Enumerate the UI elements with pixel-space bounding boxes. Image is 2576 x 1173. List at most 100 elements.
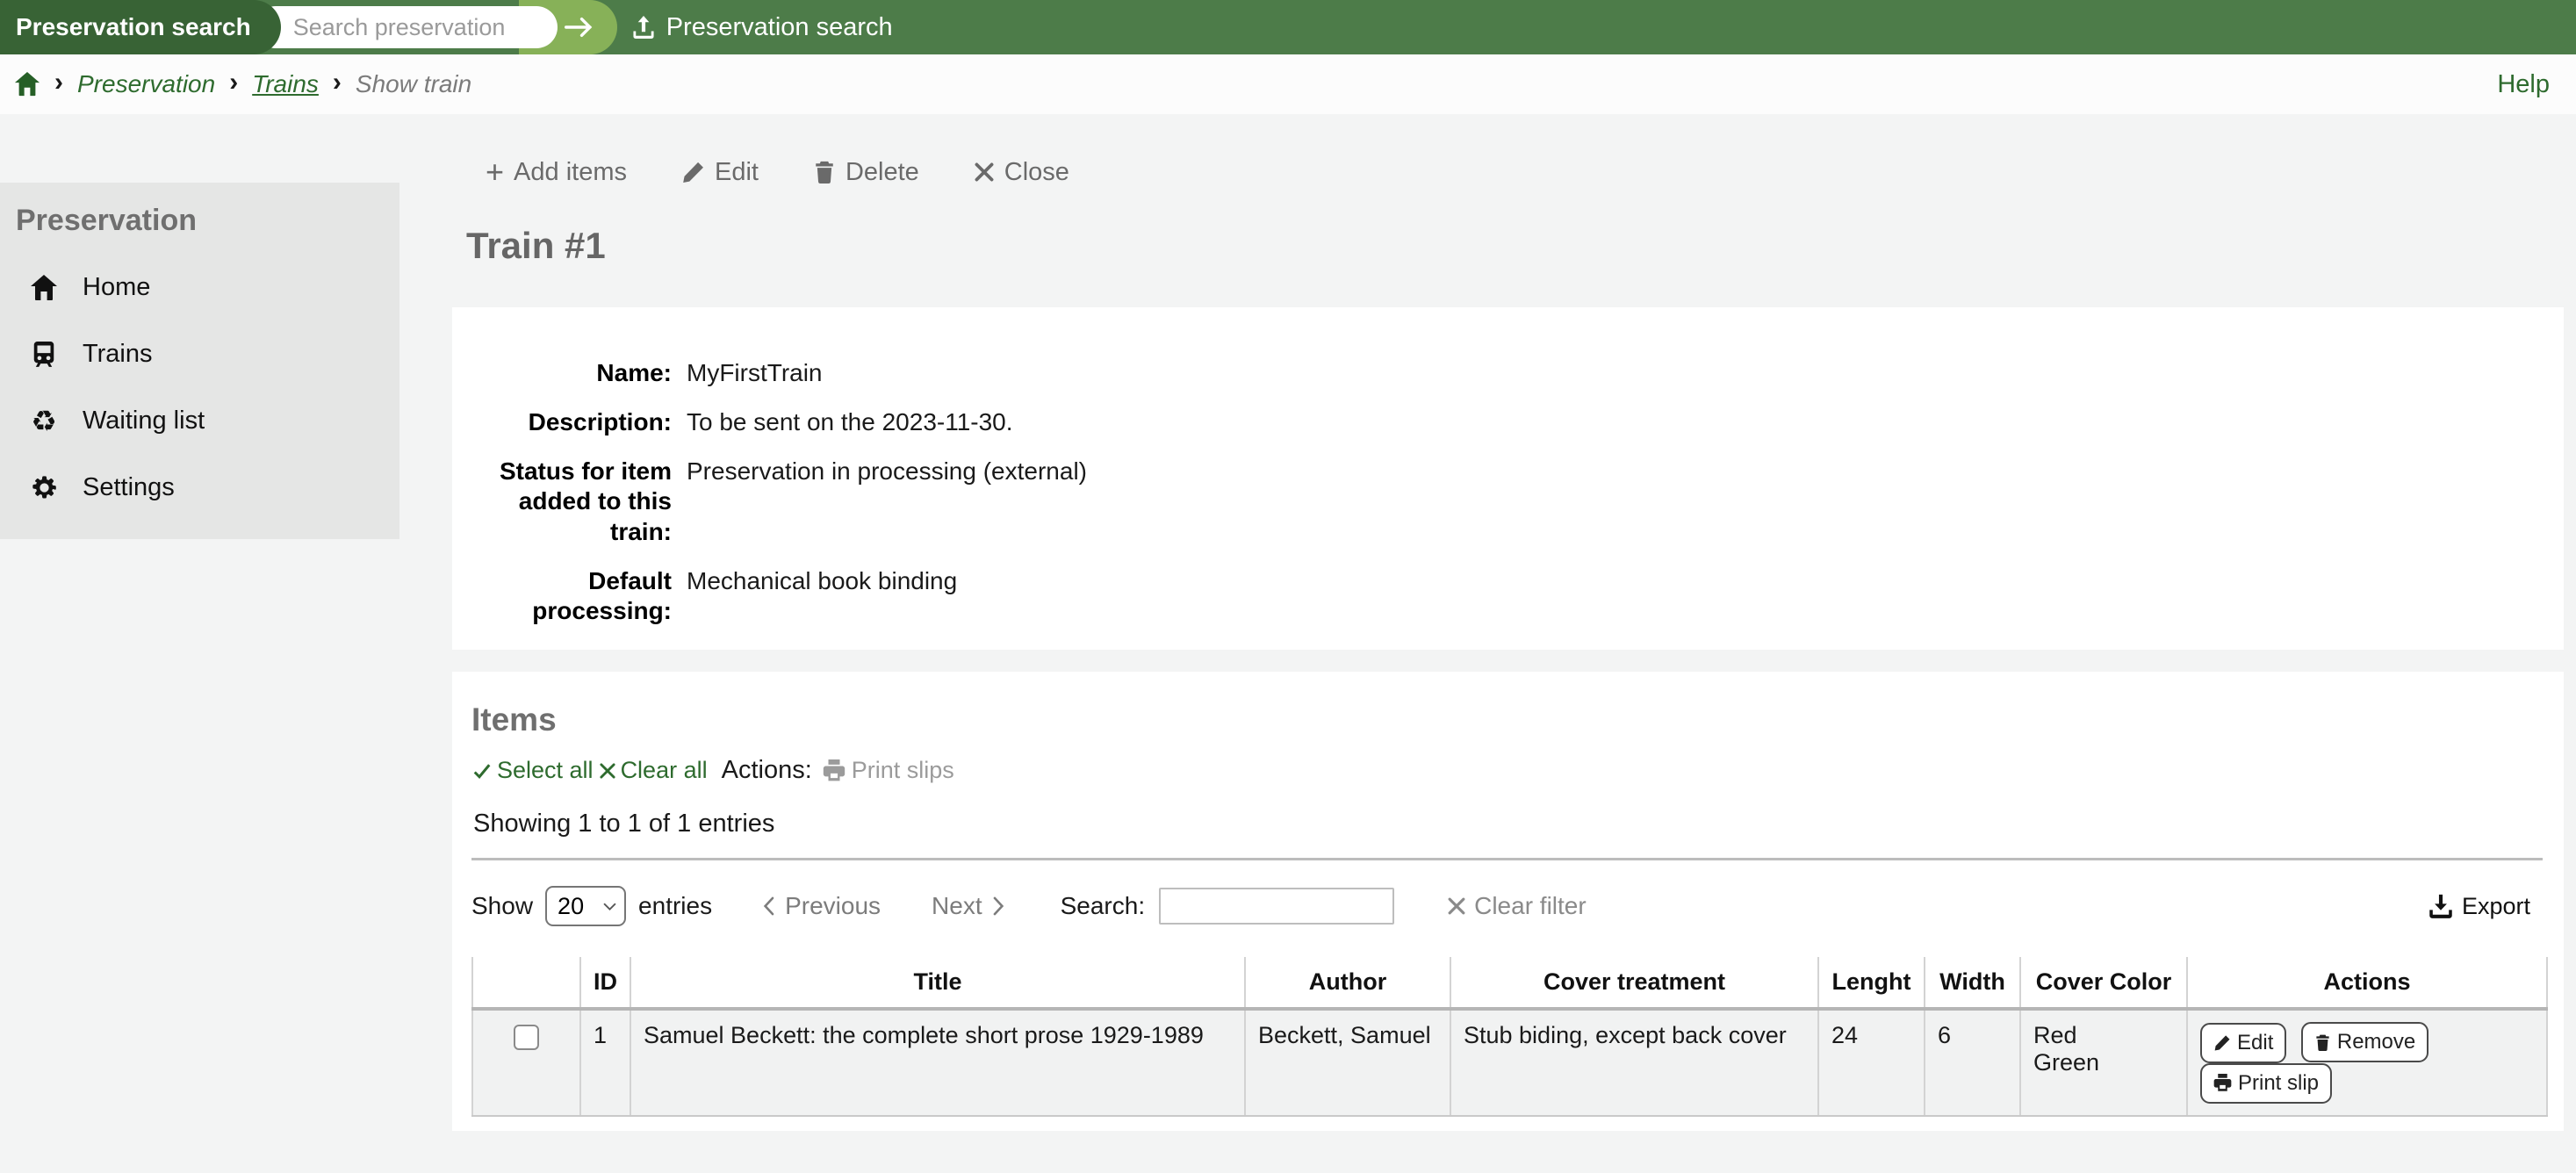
sidebar-item-label: Waiting list bbox=[83, 407, 205, 435]
column-header-actions: Actions bbox=[2186, 957, 2548, 1011]
breadcrumb: › Preservation › Trains › Show train bbox=[14, 69, 471, 99]
next-label: Next bbox=[932, 892, 982, 919]
page-size-select-wrap: 20 bbox=[545, 886, 627, 926]
column-header-id[interactable]: ID bbox=[579, 957, 631, 1011]
row-print-slip-label: Print slip bbox=[2238, 1070, 2320, 1095]
row-edit-label: Edit bbox=[2237, 1030, 2274, 1054]
chevron-left-icon bbox=[763, 896, 774, 916]
sidebar-title: Preservation bbox=[16, 204, 197, 237]
table-search-label: Search: bbox=[1060, 892, 1146, 919]
add-items-button[interactable]: + Add items bbox=[486, 156, 627, 188]
sidebar-item-label: Home bbox=[83, 273, 151, 301]
cell-lenght: 24 bbox=[1817, 1009, 1925, 1117]
train-details-card: Name: MyFirstTrain Description: To be se… bbox=[452, 307, 2564, 650]
delete-label: Delete bbox=[845, 157, 919, 186]
field-label: Description: bbox=[528, 408, 672, 436]
row-edit-button[interactable]: Edit bbox=[2200, 1022, 2287, 1063]
field-value: Preservation in processing (external) bbox=[687, 457, 1087, 486]
row-remove-button[interactable]: Remove bbox=[2300, 1022, 2429, 1062]
field-value: MyFirstTrain bbox=[687, 359, 823, 386]
sidebar-item-home[interactable]: Home bbox=[28, 273, 385, 302]
field-label: Name: bbox=[596, 359, 672, 386]
breadcrumb-current: Show train bbox=[355, 70, 472, 97]
row-remove-label: Remove bbox=[2336, 1030, 2416, 1054]
print-slips-button[interactable]: Print slips bbox=[823, 757, 954, 784]
items-table: ID Title Author Cover treatment Lenght W… bbox=[471, 957, 2548, 1117]
cell-cover-treatment: Stub biding, except back cover bbox=[1450, 1009, 1819, 1117]
check-icon bbox=[471, 760, 493, 781]
sidebar-item-label: Trains bbox=[83, 340, 153, 368]
chevron-right-icon bbox=[993, 896, 1004, 916]
close-button[interactable]: Close bbox=[974, 158, 1069, 187]
preservation-search-link[interactable]: Preservation search bbox=[631, 13, 893, 42]
export-label: Export bbox=[2461, 892, 2530, 919]
breadcrumb-bar: › Preservation › Trains › Show train Hel… bbox=[0, 54, 2576, 114]
page-size-select[interactable]: 20 bbox=[545, 886, 627, 926]
field-label: Status for item added to this train: bbox=[499, 457, 672, 545]
search-tab-label[interactable]: Preservation search bbox=[0, 0, 281, 54]
column-header-checkbox bbox=[471, 957, 581, 1011]
table-search-input[interactable] bbox=[1159, 888, 1395, 925]
close-icon bbox=[974, 162, 995, 183]
home-icon[interactable] bbox=[14, 71, 40, 97]
delete-button[interactable]: Delete bbox=[813, 158, 919, 187]
printer-icon bbox=[2213, 1074, 2232, 1092]
edit-label: Edit bbox=[714, 157, 759, 186]
select-all-label: Select all bbox=[497, 757, 594, 783]
search-input[interactable] bbox=[254, 6, 558, 48]
clear-all-link[interactable]: Clear all bbox=[599, 757, 708, 784]
row-print-slip-button[interactable]: Print slip bbox=[2200, 1062, 2333, 1104]
selection-row: Select all Clear all Actions: Print slip… bbox=[471, 756, 2543, 785]
show-label: Show bbox=[471, 892, 534, 919]
sidebar-item-trains[interactable]: Trains bbox=[28, 340, 385, 369]
table-row: 1 Samuel Beckett: the complete short pro… bbox=[471, 1009, 2548, 1117]
previous-page-button[interactable]: Previous bbox=[763, 892, 881, 920]
breadcrumb-trains[interactable]: Trains bbox=[252, 70, 319, 98]
export-button[interactable]: Export bbox=[2428, 893, 2530, 920]
actions-label: Actions: bbox=[721, 756, 812, 784]
chevron-right-icon: › bbox=[229, 68, 239, 97]
edit-button[interactable]: Edit bbox=[681, 158, 759, 187]
next-page-button[interactable]: Next bbox=[932, 892, 1004, 920]
trash-icon bbox=[813, 160, 836, 184]
column-header-lenght[interactable]: Lenght bbox=[1817, 957, 1925, 1011]
clear-filter-button[interactable]: Clear filter bbox=[1447, 892, 1587, 920]
field-status: Status for item added to this train: Pre… bbox=[452, 457, 2564, 546]
cell-width: 6 bbox=[1924, 1009, 2021, 1117]
items-card: Items Select all Clear all Actions: Prin… bbox=[452, 672, 2564, 1131]
recycle-icon: ♻ bbox=[31, 405, 57, 437]
cell-id: 1 bbox=[579, 1009, 631, 1117]
column-header-width[interactable]: Width bbox=[1924, 957, 2021, 1011]
cell-actions: Edit Remove Print slip bbox=[2186, 1009, 2548, 1117]
x-icon bbox=[599, 762, 616, 780]
previous-label: Previous bbox=[785, 892, 881, 919]
field-value: To be sent on the 2023-11-30. bbox=[687, 408, 1013, 436]
train-icon bbox=[28, 341, 60, 369]
page-title: Train #1 bbox=[466, 225, 606, 266]
help-link[interactable]: Help bbox=[2497, 70, 2550, 99]
column-header-author[interactable]: Author bbox=[1244, 957, 1451, 1011]
chevron-right-icon: › bbox=[54, 68, 63, 97]
column-header-title[interactable]: Title bbox=[630, 957, 1246, 1011]
items-section-title: Items bbox=[471, 702, 557, 738]
field-default-processing: Default processing: Mechanical book bind… bbox=[452, 566, 2564, 626]
gear-icon bbox=[28, 474, 60, 501]
column-header-cover-color[interactable]: Cover Color bbox=[2019, 957, 2188, 1011]
divider bbox=[471, 858, 2543, 860]
showing-entries-text: Showing 1 to 1 of 1 entries bbox=[473, 810, 775, 838]
close-label: Close bbox=[1004, 157, 1069, 186]
arrow-right-icon bbox=[564, 15, 594, 40]
entries-label: entries bbox=[638, 892, 713, 919]
column-header-cover-treatment[interactable]: Cover treatment bbox=[1450, 957, 1819, 1011]
table-header-row: ID Title Author Cover treatment Lenght W… bbox=[471, 957, 2548, 1011]
row-checkbox[interactable] bbox=[514, 1025, 539, 1050]
toolbar: + Add items Edit Delete Close bbox=[486, 156, 2564, 188]
breadcrumb-preservation[interactable]: Preservation bbox=[77, 70, 215, 98]
cell-cover-color: Red Green bbox=[2019, 1009, 2188, 1117]
trash-icon bbox=[2314, 1033, 2331, 1052]
select-all-link[interactable]: Select all bbox=[471, 757, 594, 784]
x-icon bbox=[1447, 896, 1466, 916]
navbar-link-label: Preservation search bbox=[666, 12, 893, 41]
sidebar-item-waiting-list[interactable]: ♻ Waiting list bbox=[28, 407, 385, 435]
sidebar-item-settings[interactable]: Settings bbox=[28, 473, 385, 502]
